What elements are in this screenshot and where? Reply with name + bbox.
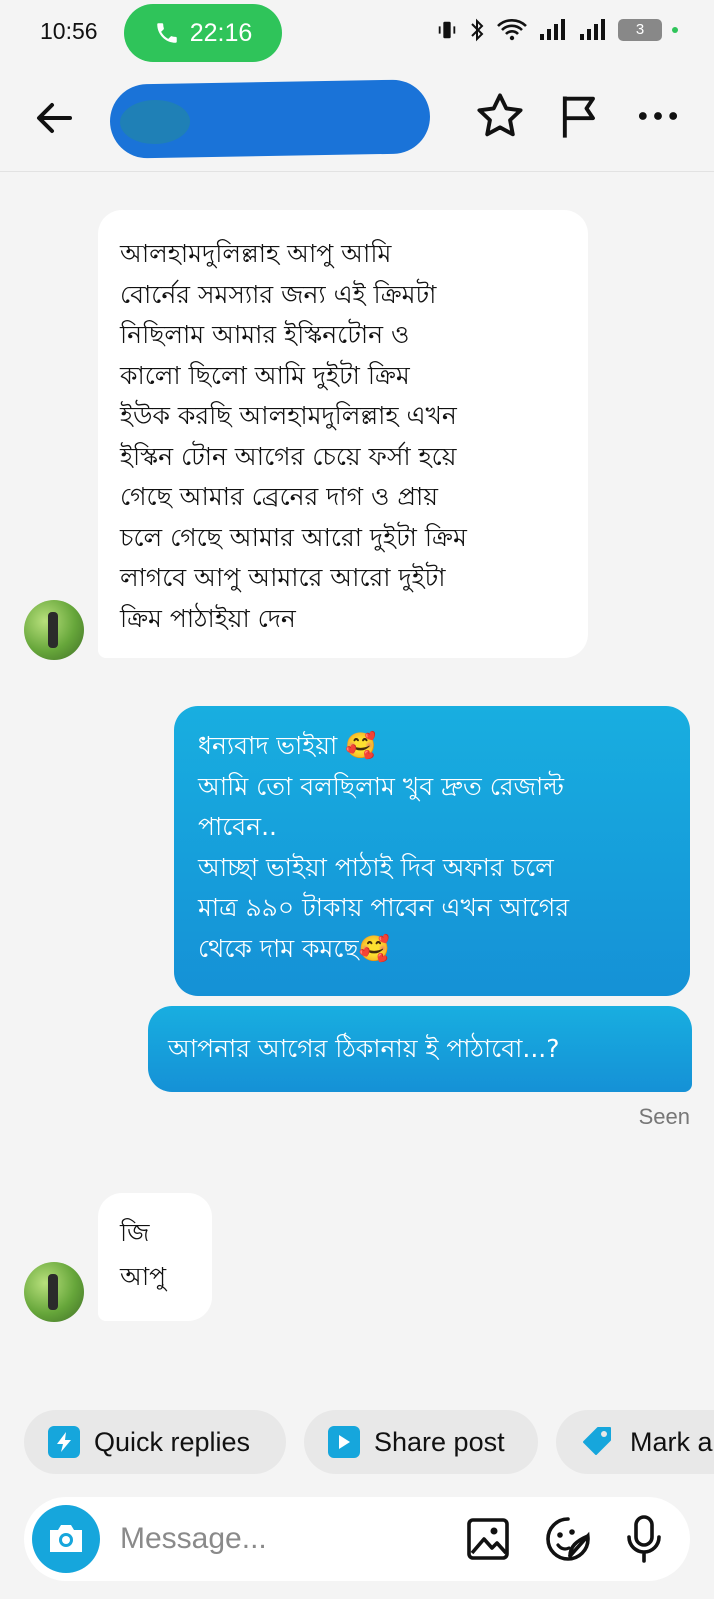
message-line: ইস্কিন টোন আগের চেয়ে ফর্সা হয়ে	[120, 441, 457, 471]
signal-icon-1	[540, 19, 565, 40]
message-line: আপু	[120, 1262, 167, 1291]
camera-button[interactable]	[32, 1505, 100, 1573]
mark-button[interactable]: Mark a	[556, 1410, 714, 1474]
status-icons: 3	[436, 18, 678, 42]
conversation-header	[0, 64, 714, 172]
share-post-button[interactable]: Share post	[304, 1410, 538, 1474]
contact-name-redacted[interactable]	[109, 79, 431, 159]
message-composer	[24, 1497, 690, 1581]
message-line: আমি তো বলছিলাম খুব দ্রুত রেজাল্ট	[198, 771, 565, 801]
signal-icon-2	[580, 19, 605, 40]
status-time: 10:56	[40, 18, 98, 44]
message-line: থেকে দাম কমছে🥰	[198, 933, 390, 963]
more-options-icon[interactable]	[632, 90, 684, 142]
battery-icon: 3	[618, 19, 662, 41]
status-bar: 10:56 22:16 3	[0, 0, 714, 64]
ongoing-call-pill[interactable]: 22:16	[124, 4, 282, 62]
message-line: মাত্র ৯৯০ টাকায় পাবেন এখন আগের	[198, 893, 570, 922]
share-post-label: Share post	[374, 1426, 505, 1457]
flag-icon[interactable]	[554, 90, 606, 142]
sticker-icon[interactable]	[544, 1515, 592, 1563]
incoming-message[interactable]: জি আপু	[98, 1193, 212, 1321]
lightning-icon	[48, 1426, 80, 1458]
message-line: ক্রিম পাঠাইয়া দেন	[120, 603, 296, 633]
bluetooth-icon	[471, 18, 484, 42]
message-line: আলহামদুলিল্লাহ আপু আমি	[120, 239, 392, 268]
microphone-icon[interactable]	[620, 1513, 668, 1565]
phone-icon	[156, 23, 177, 43]
quick-replies-label: Quick replies	[94, 1426, 251, 1457]
seen-receipt: Seen	[638, 1104, 690, 1129]
wifi-icon	[497, 19, 527, 41]
vibrate-icon	[438, 21, 456, 39]
outgoing-message[interactable]: আপনার আগের ঠিকানায় ই পাঠাবো...?	[148, 1006, 692, 1092]
star-icon[interactable]	[474, 90, 526, 142]
camera-icon	[50, 1525, 82, 1552]
contact-avatar[interactable]	[24, 600, 84, 660]
call-timer: 22:16	[189, 18, 253, 47]
tag-icon	[583, 1427, 611, 1455]
message-text: আপনার আগের ঠিকানায় ই পাঠাবো...?	[168, 1034, 560, 1063]
gallery-icon[interactable]	[464, 1515, 512, 1563]
quick-replies-button[interactable]: Quick replies	[24, 1410, 286, 1474]
message-line: পাবেন..	[198, 812, 277, 841]
privacy-indicator-dot	[672, 27, 678, 33]
message-input[interactable]	[120, 1519, 420, 1559]
back-arrow-icon[interactable]	[30, 94, 78, 142]
message-line: চলে গেছে আমার আরো দুইটা ক্রিম	[120, 522, 467, 552]
contact-avatar[interactable]	[24, 1262, 84, 1322]
play-icon	[328, 1426, 360, 1458]
message-line: জি	[120, 1218, 150, 1247]
message-line: ধন্যবাদ ভাইয়া 🥰	[198, 731, 377, 760]
message-line: বোর্নের সমস্যার জন্য এই ক্রিমটা	[120, 279, 437, 309]
mark-label: Mark a	[630, 1426, 713, 1457]
message-line: ইউক করছি আলহামদুলিল্লাহ এখন	[120, 401, 457, 430]
quick-action-bar: Quick replies Share post Mark a	[24, 1410, 714, 1474]
message-line: নিছিলাম আমার ইস্কিনটোন ও	[120, 320, 410, 349]
message-line: আচ্ছা ভাইয়া পাঠাই দিব অফার চলে	[198, 852, 554, 882]
message-line: গেছে আমার ব্রেনের দাগ ও প্রায়	[120, 482, 438, 511]
incoming-message[interactable]: আলহামদুলিল্লাহ আপু আমি বোর্নের সমস্যার জ…	[98, 210, 588, 658]
message-line: কালো ছিলো আমি দুইটা ক্রিম	[120, 360, 410, 390]
message-line: লাগবে আপু আমারে আরো দুইটা	[120, 563, 446, 592]
outgoing-message[interactable]: ধন্যবাদ ভাইয়া 🥰 আমি তো বলছিলাম খুব দ্রু…	[174, 706, 690, 996]
